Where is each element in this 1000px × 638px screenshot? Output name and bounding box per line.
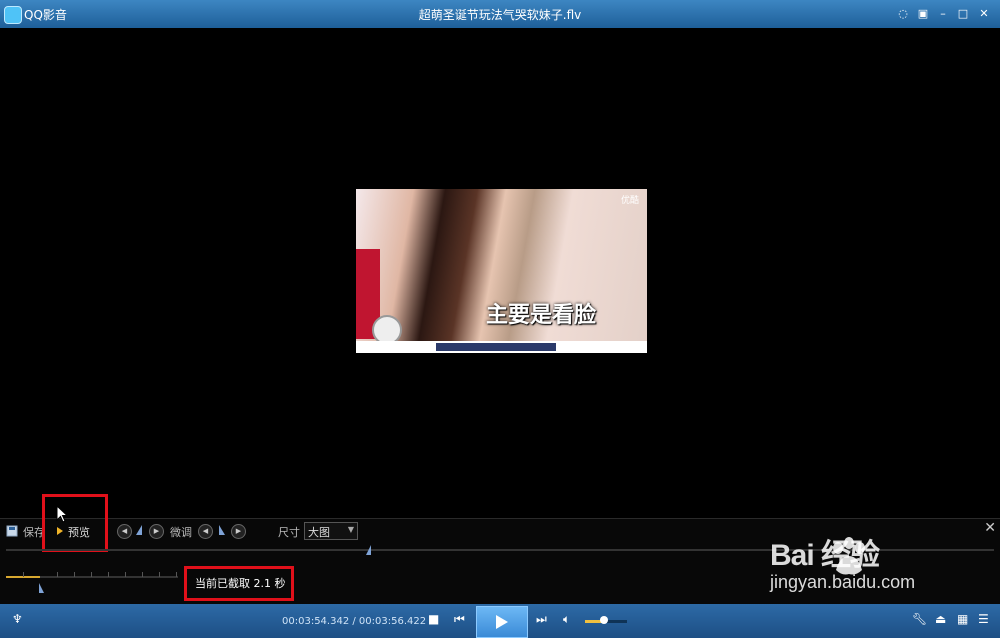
close-icon[interactable]: ✕ — [977, 7, 991, 21]
size-select-value: 大图 — [308, 526, 330, 539]
next-icon[interactable]: ⏭ — [536, 612, 547, 627]
end-prev-button[interactable]: ◀ — [198, 524, 213, 539]
play-button[interactable] — [476, 606, 528, 638]
skin-icon[interactable]: ▣ — [916, 7, 930, 21]
range-tick — [108, 572, 109, 577]
stop-icon[interactable]: ■ — [428, 612, 439, 626]
highlight-preview-box — [42, 494, 108, 552]
save-icon[interactable] — [6, 525, 18, 537]
minimize-icon[interactable]: – — [936, 7, 950, 21]
range-tick — [23, 572, 24, 577]
video-frame[interactable]: 优酷 主要是看脸 — [356, 189, 647, 353]
spotlight-icon[interactable]: ♆ — [12, 612, 23, 626]
close-cut-panel-icon[interactable]: ✕ — [984, 520, 996, 536]
range-tick — [125, 572, 126, 577]
video-subtitle-strip — [356, 341, 647, 353]
maximize-icon[interactable]: □ — [956, 7, 970, 21]
range-tick — [159, 572, 160, 577]
play-icon — [496, 615, 508, 629]
range-tick — [176, 572, 177, 577]
playlist-icon[interactable]: ☰ — [978, 612, 989, 626]
range-marker-icon[interactable] — [38, 583, 44, 593]
range-tick — [57, 572, 58, 577]
message-icon[interactable]: ◌ — [896, 7, 910, 21]
media-library-icon[interactable]: ▦ — [957, 612, 968, 626]
chevron-down-icon: ▼ — [347, 525, 354, 534]
start-marker-icon — [136, 525, 142, 535]
video-corner-logo: 优酷 — [620, 196, 639, 206]
mouse-cursor-icon — [56, 505, 68, 523]
range-tick — [142, 572, 143, 577]
previous-icon[interactable]: ⏮ — [454, 612, 465, 627]
title-bar: QQ影音 超萌圣诞节玩法气哭软妹子.flv ◌ ▣ – □ ✕ — [0, 0, 1000, 28]
tools-icon[interactable]: 🔧︎ — [912, 612, 927, 626]
start-prev-button[interactable]: ◀ — [117, 524, 132, 539]
eject-icon[interactable]: ⏏ — [935, 612, 946, 626]
end-marker-icon — [219, 525, 225, 535]
video-caption: 主要是看脸 — [486, 302, 597, 328]
volume-knob[interactable] — [600, 616, 608, 624]
start-next-button[interactable]: ▶ — [149, 524, 164, 539]
volume-icon[interactable]: 🔈︎ — [563, 612, 570, 627]
window-title: 超萌圣诞节玩法气哭软妹子.flv — [418, 8, 582, 22]
timeline-marker-icon[interactable] — [366, 545, 372, 555]
fine-tune-label: 微调 — [170, 526, 192, 539]
end-next-button[interactable]: ▶ — [231, 524, 246, 539]
size-select[interactable]: 大图 ▼ — [304, 522, 358, 540]
range-tick — [91, 572, 92, 577]
timecode: 00:03:54.342 / 00:03:56.422 — [282, 616, 427, 627]
size-label: 尺寸 — [278, 526, 300, 539]
highlight-elapsed-box — [184, 566, 294, 601]
baidu-paw-icon — [833, 537, 865, 575]
range-tick — [74, 572, 75, 577]
